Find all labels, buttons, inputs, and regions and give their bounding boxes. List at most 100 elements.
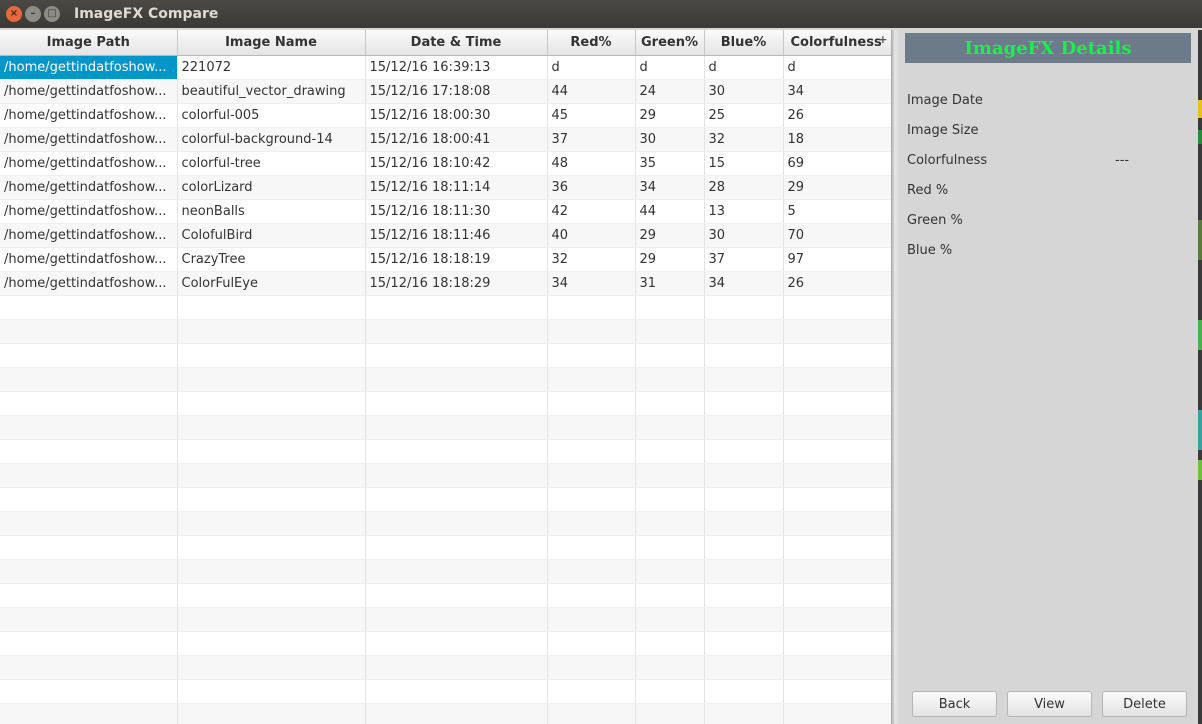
cell-image-path (0, 463, 178, 488)
cell-blue[interactable]: 32 (704, 127, 784, 152)
cell-image-name[interactable]: ColorFulEye (177, 271, 366, 296)
cell-red[interactable]: 40 (547, 223, 636, 248)
cell-blue[interactable]: 30 (704, 79, 784, 104)
cell-colorfulness[interactable]: 18 (783, 127, 891, 152)
cell-image-name[interactable]: CrazyTree (177, 247, 366, 272)
cell-image-path[interactable]: /home/gettindatfoshow... (0, 127, 178, 152)
cell-date-time[interactable]: 15/12/16 18:11:46 (365, 223, 548, 248)
cell-image-path[interactable]: /home/gettindatfoshow... (0, 175, 178, 200)
cell-red (547, 583, 636, 608)
cell-colorfulness[interactable]: 69 (783, 151, 891, 176)
column-menu-icon[interactable]: + (878, 33, 887, 46)
cell-image-name[interactable]: neonBalls (177, 199, 366, 224)
maximize-window-button[interactable]: □ (44, 6, 60, 22)
cell-date-time[interactable]: 15/12/16 18:00:30 (365, 103, 548, 128)
cell-image-name[interactable]: colorful-background-14 (177, 127, 366, 152)
cell-image-name[interactable]: colorful-005 (177, 103, 366, 128)
cell-red[interactable]: 32 (547, 247, 636, 272)
cell-date-time[interactable]: 15/12/16 16:39:13 (365, 55, 548, 80)
cell-green[interactable]: 24 (635, 79, 705, 104)
column-header-date-time[interactable]: Date & Time (365, 30, 548, 56)
cell-image-path[interactable]: /home/gettindatfoshow... (0, 223, 178, 248)
image-table[interactable]: Image Path Image Name Date & Time Red% G… (0, 30, 891, 724)
cell-red[interactable]: 37 (547, 127, 636, 152)
column-header-blue[interactable]: Blue% (704, 30, 784, 56)
cell-red[interactable]: 45 (547, 103, 636, 128)
cell-red[interactable]: 34 (547, 271, 636, 296)
cell-colorfulness[interactable]: 29 (783, 175, 891, 200)
cell-blue[interactable]: 15 (704, 151, 784, 176)
column-header-green[interactable]: Green% (635, 30, 705, 56)
cell-date-time[interactable]: 15/12/16 18:00:41 (365, 127, 548, 152)
column-header-image-name[interactable]: Image Name (177, 30, 366, 56)
table-row[interactable]: /home/gettindatfoshow... colorful-backgro… (0, 127, 891, 152)
cell-blue[interactable]: 30 (704, 223, 784, 248)
cell-date-time[interactable]: 15/12/16 17:18:08 (365, 79, 548, 104)
cell-colorfulness[interactable]: 97 (783, 247, 891, 272)
cell-image-path[interactable]: /home/gettindatfoshow... (0, 103, 178, 128)
column-header-red[interactable]: Red% (547, 30, 636, 56)
cell-blue[interactable]: 13 (704, 199, 784, 224)
column-header-colorfulness[interactable]: Colorfulness + (783, 30, 891, 56)
column-header-image-path[interactable]: Image Path (0, 30, 178, 56)
cell-date-time[interactable]: 15/12/16 18:11:14 (365, 175, 548, 200)
cell-image-path[interactable]: /home/gettindatfoshow... (0, 55, 178, 80)
cell-green[interactable]: 29 (635, 247, 705, 272)
empty-table-row (0, 487, 891, 512)
table-row[interactable]: /home/gettindatfoshow... colorLizard 15/12… (0, 175, 891, 200)
cell-green[interactable]: d (635, 55, 705, 80)
back-button[interactable]: Back (912, 691, 997, 717)
image-size-row: Image Size (907, 123, 1187, 143)
cell-blue[interactable]: d (704, 55, 784, 80)
cell-image-path[interactable]: /home/gettindatfoshow... (0, 151, 178, 176)
table-row[interactable]: /home/gettindatfoshow... ColofulBird 15/12… (0, 223, 891, 248)
cell-green[interactable]: 31 (635, 271, 705, 296)
cell-green[interactable]: 29 (635, 103, 705, 128)
cell-image-path (0, 319, 178, 344)
cell-colorfulness[interactable]: 70 (783, 223, 891, 248)
cell-green[interactable]: 35 (635, 151, 705, 176)
cell-date-time[interactable]: 15/12/16 18:18:19 (365, 247, 548, 272)
table-row[interactable]: /home/gettindatfoshow... colorful-005 15/1… (0, 103, 891, 128)
cell-image-name[interactable]: colorful-tree (177, 151, 366, 176)
cell-colorfulness[interactable]: 5 (783, 199, 891, 224)
table-row[interactable]: /home/gettindatfoshow... ColorFulEye 15/12… (0, 271, 891, 296)
cell-image-name[interactable]: colorLizard (177, 175, 366, 200)
cell-blue[interactable]: 37 (704, 247, 784, 272)
table-row[interactable]: /home/gettindatfoshow... colorful-tree 15/… (0, 151, 891, 176)
cell-blue[interactable]: 28 (704, 175, 784, 200)
cell-red[interactable]: 36 (547, 175, 636, 200)
cell-date-time[interactable]: 15/12/16 18:18:29 (365, 271, 548, 296)
cell-green[interactable]: 30 (635, 127, 705, 152)
cell-image-path[interactable]: /home/gettindatfoshow... (0, 79, 178, 104)
cell-red[interactable]: 48 (547, 151, 636, 176)
cell-date-time[interactable]: 15/12/16 18:10:42 (365, 151, 548, 176)
table-row[interactable]: /home/gettindatfoshow... beautiful_vector… (0, 79, 891, 104)
cell-red[interactable]: 42 (547, 199, 636, 224)
table-row[interactable]: /home/gettindatfoshow... 221072 15/12/16 1… (0, 55, 891, 80)
close-window-button[interactable]: × (6, 6, 22, 22)
cell-image-name[interactable]: 221072 (177, 55, 366, 80)
cell-image-name[interactable]: beautiful_vector_drawing (177, 79, 366, 104)
cell-image-name[interactable]: ColofulBird (177, 223, 366, 248)
cell-green[interactable]: 29 (635, 223, 705, 248)
cell-colorfulness[interactable]: 26 (783, 271, 891, 296)
cell-image-path[interactable]: /home/gettindatfoshow... (0, 271, 178, 296)
cell-date-time[interactable]: 15/12/16 18:11:30 (365, 199, 548, 224)
table-row[interactable]: /home/gettindatfoshow... neonBalls 15/12/1… (0, 199, 891, 224)
cell-image-path[interactable]: /home/gettindatfoshow... (0, 199, 178, 224)
table-row[interactable]: /home/gettindatfoshow... CrazyTree 15/12/1… (0, 247, 891, 272)
cell-green[interactable]: 44 (635, 199, 705, 224)
cell-colorfulness[interactable]: d (783, 55, 891, 80)
cell-red[interactable]: d (547, 55, 636, 80)
cell-colorfulness[interactable]: 34 (783, 79, 891, 104)
view-button[interactable]: View (1007, 691, 1092, 717)
delete-button[interactable]: Delete (1102, 691, 1187, 717)
minimize-window-button[interactable]: – (25, 6, 41, 22)
cell-red[interactable]: 44 (547, 79, 636, 104)
cell-image-path[interactable]: /home/gettindatfoshow... (0, 247, 178, 272)
cell-blue[interactable]: 34 (704, 271, 784, 296)
cell-colorfulness[interactable]: 26 (783, 103, 891, 128)
cell-green[interactable]: 34 (635, 175, 705, 200)
cell-blue[interactable]: 25 (704, 103, 784, 128)
